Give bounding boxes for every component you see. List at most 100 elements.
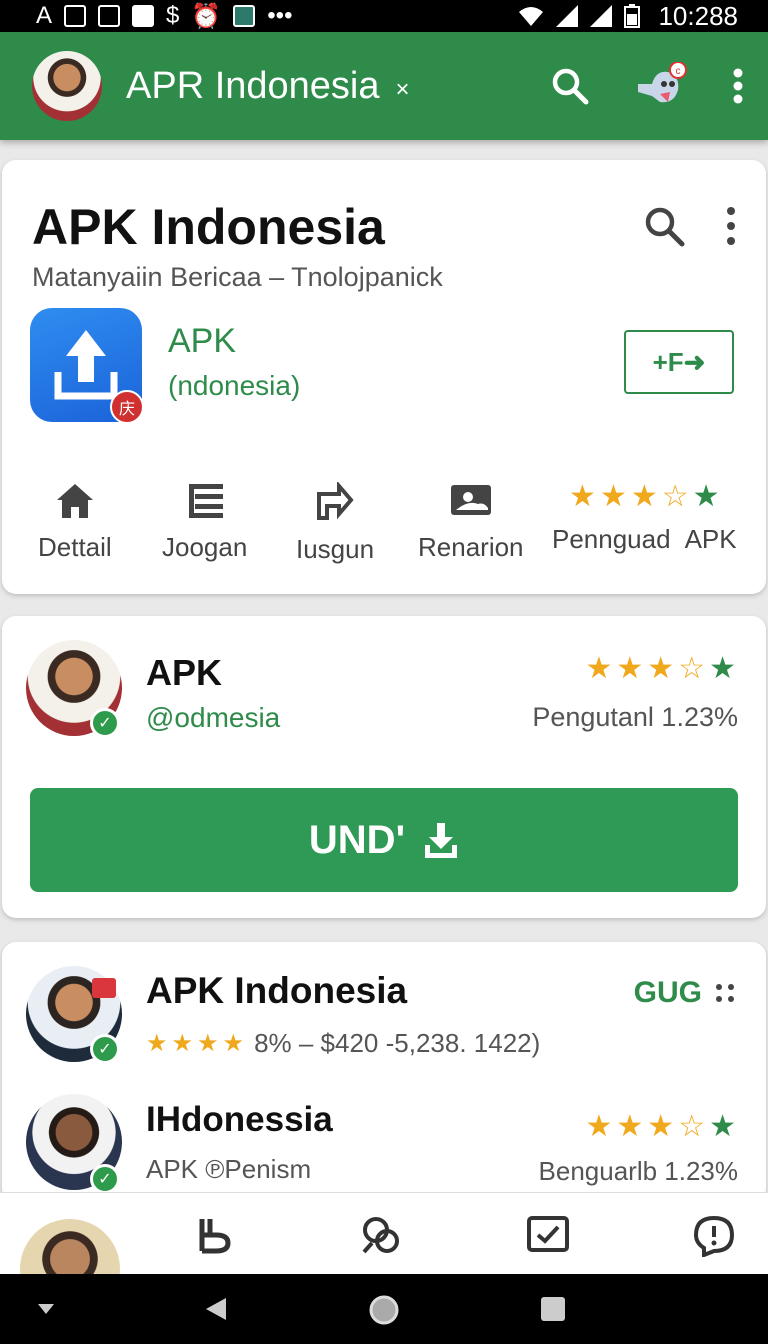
item-title: IHdonessia <box>146 1100 333 1139</box>
page-subtitle: Matanyaiin Bericaa – Tnolojpanick <box>32 262 443 292</box>
nav-discover-icon[interactable] <box>360 1215 404 1260</box>
list-icon <box>188 484 223 518</box>
home-button-icon[interactable] <box>368 1294 400 1331</box>
install-label: UND' <box>308 817 406 862</box>
star-outline-icon: ☆ <box>661 480 689 513</box>
tab-label: Renarion <box>418 532 524 562</box>
star-half-icon: ★ <box>222 1029 245 1057</box>
tab-label: APK <box>684 524 737 554</box>
page-title: APK Indonesia <box>32 199 385 255</box>
item-meta: ★ ★ ★ ★ 8% – $420 -5,238. 1422) <box>146 1028 540 1059</box>
notification-icon[interactable]: c <box>634 62 688 110</box>
star-icon: ★ <box>171 1029 194 1057</box>
rating-stars: ★ ★ ★ ☆ ★ <box>569 482 720 512</box>
star-green-icon: ★ <box>692 480 720 513</box>
more-vert-icon[interactable] <box>732 68 744 104</box>
app-icon-badge: 庆 <box>110 390 144 424</box>
star-icon: ★ <box>197 1029 219 1057</box>
item-tag-label: GUG <box>633 976 702 1009</box>
more-notifications-icon: ••• <box>267 2 293 29</box>
publisher-handle[interactable]: @odmesia <box>146 702 280 734</box>
download-icon <box>425 823 458 858</box>
app-name: APK <box>168 322 237 360</box>
tab-iusgun[interactable]: Iusgun <box>296 482 374 565</box>
clock: 10:288 <box>658 0 738 31</box>
system-navigation-bar <box>0 1274 768 1344</box>
status-bar: A $ ⏰ ••• 10:288 <box>0 0 768 32</box>
svg-text:c: c <box>676 66 681 77</box>
calendar-badge-icon <box>92 978 116 998</box>
star-icon: ★ <box>146 1029 168 1057</box>
app-details-card: APK Indonesia Matanyaiin Bericaa – Tnolo… <box>2 160 766 594</box>
account-avatar[interactable] <box>32 51 102 121</box>
star-green-icon: ★ <box>709 1110 736 1143</box>
nav-tasks-icon[interactable] <box>526 1215 570 1258</box>
app-tabs: Dettail Joogan Iusgun Renarion ★ ★ ★ ☆ ★… <box>2 482 766 572</box>
signal-icon-2 <box>590 5 613 27</box>
tab-renarion[interactable]: Renarion <box>418 482 524 563</box>
wifi-icon <box>519 7 544 26</box>
star-outline-icon: ☆ <box>678 1110 706 1143</box>
publisher-name: APK <box>146 652 223 693</box>
item-meta-text: 8% – $420 -5,238. 1422) <box>254 1028 541 1058</box>
related-list-card: ✓ APK Indonesia ★ ★ ★ ★ 8% – $420 -5,238… <box>2 942 766 1202</box>
app-bar-title: APR Indonesia <box>126 64 380 107</box>
back-icon[interactable] <box>204 1296 228 1327</box>
publisher-rating: ★ ★ ★ ☆ ★ <box>585 654 736 684</box>
tab-detail[interactable]: Dettail <box>38 482 112 563</box>
star-green-icon: ★ <box>709 652 736 685</box>
recents-icon[interactable] <box>540 1296 566 1327</box>
star-icon: ★ <box>630 480 658 513</box>
star-icon: ★ <box>569 480 596 513</box>
nav-alerts-icon[interactable] <box>692 1215 736 1262</box>
card-more-vert-icon[interactable] <box>726 206 736 251</box>
star-icon: ★ <box>616 1110 644 1143</box>
verified-icon: ✓ <box>90 1164 120 1194</box>
status-text: A <box>36 2 53 29</box>
verified-icon: ✓ <box>90 1034 120 1064</box>
verified-icon: ✓ <box>90 708 120 738</box>
tab-rating[interactable]: ★ ★ ★ ☆ ★ Pennguad APK <box>552 482 737 555</box>
nav-bookmark-icon[interactable] <box>196 1215 232 1260</box>
star-icon: ★ <box>616 652 644 685</box>
gallery-icon <box>450 485 491 515</box>
tab-label: Joogan <box>162 532 248 562</box>
tab-label: Dettail <box>38 532 112 562</box>
item-title: APK Indonesia <box>146 970 408 1011</box>
app-bar: APR Indonesia × c <box>0 32 768 140</box>
item-rating: ★ ★ ★ ☆ ★ <box>585 1112 736 1142</box>
publisher-card: ✓ APK @odmesia ★ ★ ★ ☆ ★ Pengutanl 1.23%… <box>2 616 766 918</box>
app-notification-icon <box>98 5 121 27</box>
item-rating: ★ ★ ★ ★ <box>146 1029 245 1057</box>
star-icon: ★ <box>585 652 613 685</box>
item-stat: Benguarlb 1.23% <box>538 1156 738 1186</box>
item-subtitle: APK ℗Penism <box>146 1154 312 1184</box>
tab-joogan[interactable]: Joogan <box>162 482 247 563</box>
tab-label: Iusgun <box>296 534 375 564</box>
mail-notification-icon <box>132 5 155 27</box>
star-icon: ★ <box>585 1110 613 1143</box>
app-icon[interactable]: 庆 <box>30 308 144 424</box>
alarm-icon: ⏰ <box>191 2 222 30</box>
bottom-navigation <box>0 1192 768 1319</box>
money-notification-icon: $ <box>166 2 180 29</box>
star-icon: ★ <box>647 1110 675 1143</box>
star-icon: ★ <box>599 480 627 513</box>
dropdown-icon[interactable] <box>36 1302 56 1321</box>
battery-icon <box>624 4 641 28</box>
star-icon: ★ <box>647 652 675 685</box>
tab-label: Pennguad <box>552 524 671 554</box>
star-outline-icon: ☆ <box>678 652 706 685</box>
grid-dots-icon <box>716 984 734 1002</box>
close-icon[interactable]: × <box>396 76 410 104</box>
share-icon <box>317 482 354 520</box>
search-icon[interactable] <box>550 66 590 106</box>
image-notification-icon <box>64 5 87 27</box>
item-tag[interactable]: GUG <box>634 976 736 1010</box>
publisher-stat: Pengutanl 1.23% <box>532 702 738 732</box>
install-button[interactable]: UND' <box>30 788 738 892</box>
signal-icon <box>556 5 579 27</box>
app-developer[interactable]: (ndonesia) <box>168 370 300 402</box>
open-button[interactable]: +F➜ <box>624 330 734 394</box>
card-search-icon[interactable] <box>642 204 686 253</box>
